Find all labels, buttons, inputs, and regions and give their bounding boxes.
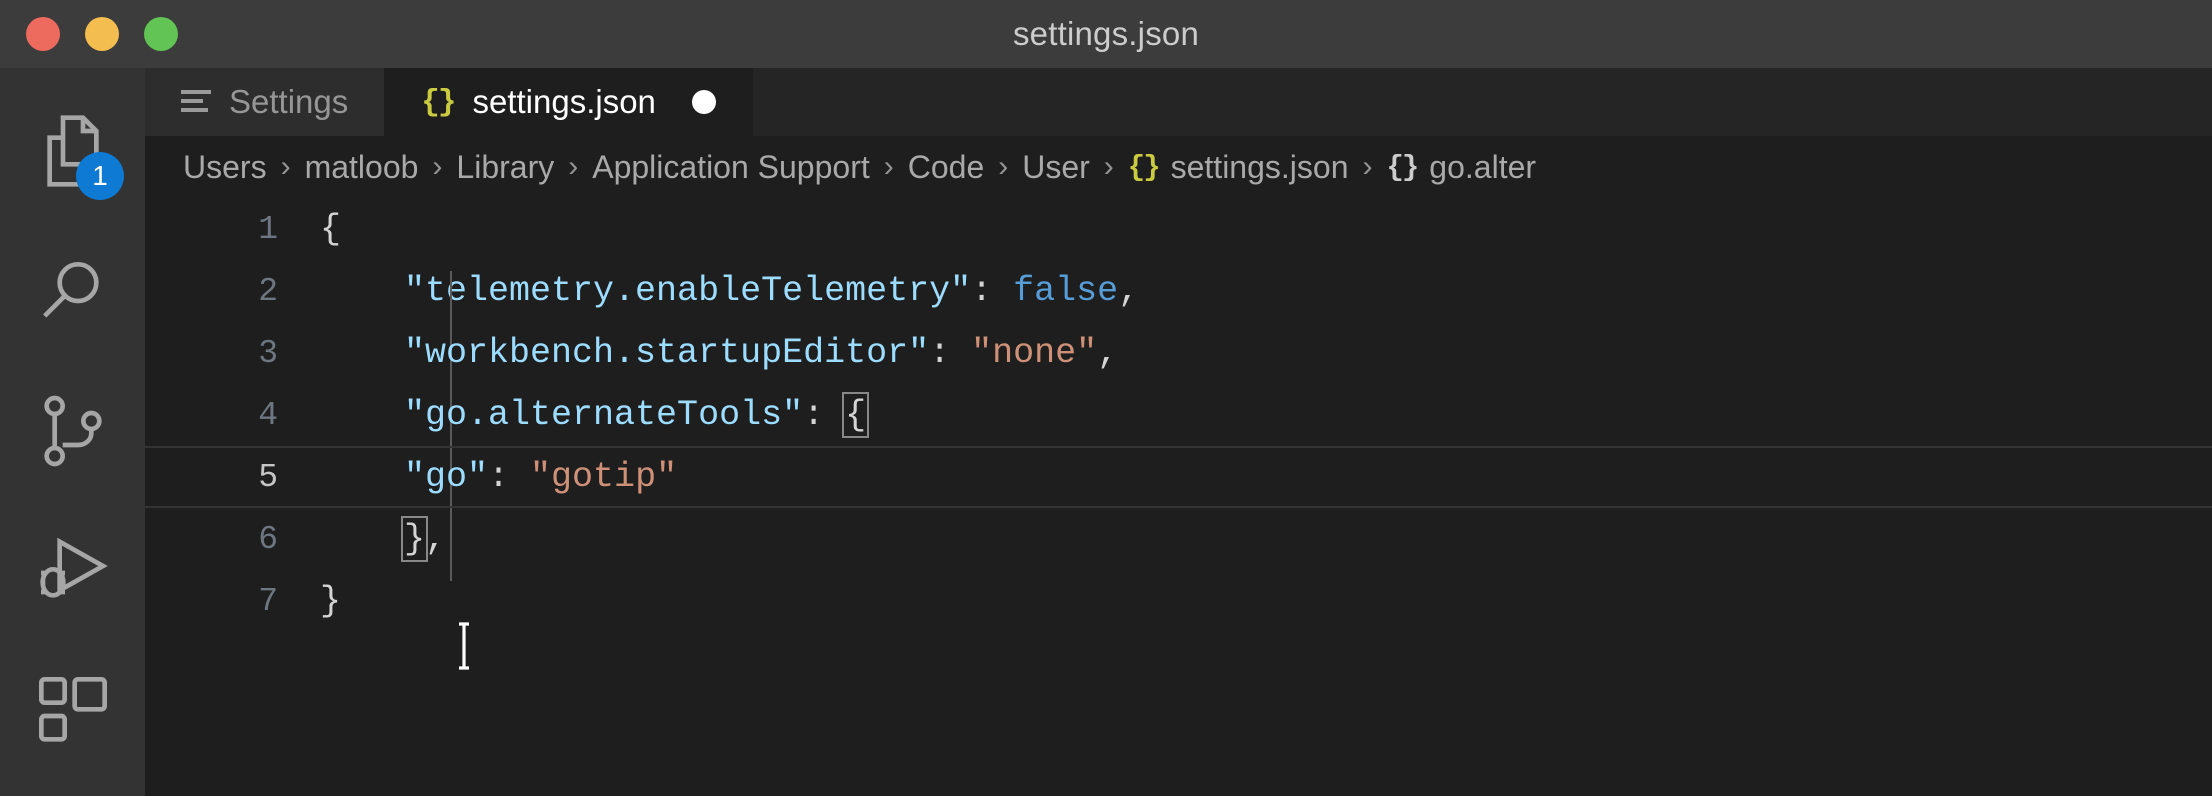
json-braces-icon: {}	[1127, 150, 1161, 184]
code-line-text[interactable]: {	[320, 209, 341, 249]
title-bar	[0, 0, 2212, 68]
breadcrumb-item-go-alternate-tools[interactable]: go.alter	[1429, 149, 1536, 186]
chevron-right-icon: ›	[432, 150, 443, 183]
chevron-right-icon: ›	[1103, 150, 1114, 183]
breadcrumb-item-library[interactable]: Library	[456, 149, 554, 186]
close-window-button[interactable]	[26, 17, 60, 51]
settings-lines-icon	[181, 90, 211, 114]
search-icon	[33, 251, 113, 331]
window-controls	[26, 17, 178, 51]
code-token: }	[320, 581, 342, 621]
chevron-right-icon: ›	[1362, 150, 1373, 183]
tab-label: settings.json	[472, 83, 656, 120]
chevron-right-icon: ›	[280, 150, 291, 183]
chevron-right-icon: ›	[883, 150, 894, 183]
run-and-debug-icon	[33, 531, 113, 611]
breadcrumb-item-matloob[interactable]: matloob	[305, 149, 419, 186]
breadcrumb-item-users[interactable]: Users	[183, 149, 267, 186]
code-token: :	[488, 457, 531, 497]
code-token: ,	[1097, 333, 1119, 373]
breadcrumb-item-code[interactable]: Code	[908, 149, 985, 186]
line-number: 7	[258, 582, 278, 620]
code-token: "go"	[404, 457, 489, 497]
extensions-icon	[33, 671, 113, 751]
line-number: 4	[258, 396, 278, 434]
code-editor[interactable]: 1{2 "telemetry.enableTelemetry": false, 3…	[145, 198, 2212, 796]
code-token: {	[320, 209, 342, 249]
unsaved-changes-dot[interactable]	[691, 90, 716, 114]
line-number: 2	[258, 272, 278, 310]
line-number: 6	[258, 520, 278, 558]
code-line[interactable]: 5 "go": "gotip"	[145, 446, 2212, 508]
line-number: 3	[258, 334, 278, 372]
breadcrumb-item-user[interactable]: User	[1022, 149, 1090, 186]
source-control-branch-icon	[33, 391, 113, 471]
code-token: {	[842, 392, 870, 438]
sidebar-item-extensions[interactable]	[0, 666, 145, 756]
minimize-window-button[interactable]	[85, 17, 119, 51]
tab-settings-json[interactable]: {} settings.json	[385, 68, 753, 136]
code-line-text[interactable]: "go": "gotip"	[320, 457, 677, 497]
activity-bar: 1	[0, 68, 145, 796]
chevron-right-icon: ›	[568, 150, 579, 183]
code-line-text[interactable]: "go.alternateTools": {	[320, 392, 870, 438]
code-token: :	[929, 333, 972, 373]
tab-label: Settings	[229, 83, 349, 120]
chevron-right-icon: ›	[998, 150, 1009, 183]
code-line[interactable]: 4 "go.alternateTools": {	[145, 384, 2212, 446]
code-token: ,	[425, 519, 447, 559]
code-line-text[interactable]: "workbench.startupEditor": "none",	[320, 333, 1118, 373]
code-token: "workbench.startupEditor"	[404, 333, 930, 373]
json-symbol-icon: {}	[1386, 150, 1419, 184]
code-token: "gotip"	[530, 457, 678, 497]
explorer-badge-count: 1	[76, 152, 124, 200]
code-token: "telemetry.enableTelemetry"	[404, 271, 972, 311]
json-braces-icon: {}	[421, 84, 456, 120]
code-token: :	[803, 395, 846, 435]
sidebar-item-search[interactable]	[0, 246, 145, 336]
code-line-text[interactable]: }	[320, 581, 341, 621]
breadcrumb-item-settings-json[interactable]: settings.json	[1171, 149, 1349, 186]
code-line[interactable]: 6 },	[145, 508, 2212, 570]
maximize-window-button[interactable]	[144, 17, 178, 51]
code-token: "go.alternateTools"	[404, 395, 804, 435]
sidebar-item-explorer[interactable]: 1	[0, 106, 145, 200]
code-token: ,	[1118, 271, 1140, 311]
line-number: 1	[258, 210, 278, 248]
breadcrumb-item-application-support[interactable]: Application Support	[592, 149, 870, 186]
sidebar-item-source-control[interactable]	[0, 386, 145, 476]
sidebar-item-run-and-debug[interactable]	[0, 526, 145, 616]
code-line-text[interactable]: "telemetry.enableTelemetry": false,	[320, 271, 1140, 581]
code-token: "none"	[971, 333, 1098, 373]
code-token: false	[1013, 271, 1119, 311]
code-token: :	[971, 271, 1014, 311]
line-number: 5	[258, 458, 278, 496]
code-line[interactable]: 3 "workbench.startupEditor": "none",	[145, 322, 2212, 384]
code-token: }	[401, 516, 429, 562]
breadcrumb: Users › matloob › Library › Application …	[145, 136, 2212, 198]
code-line[interactable]: 7}	[145, 570, 2212, 632]
code-line[interactable]: 1{	[145, 198, 2212, 260]
editor-tab-bar: Settings {} settings.json	[145, 68, 2212, 136]
editor-group: Settings {} settings.json Users › matloo…	[145, 68, 2212, 796]
code-line[interactable]: 2 "telemetry.enableTelemetry": false,	[145, 260, 2212, 581]
code-line-text[interactable]: },	[320, 516, 447, 562]
tab-settings-ui[interactable]: Settings	[145, 68, 386, 136]
